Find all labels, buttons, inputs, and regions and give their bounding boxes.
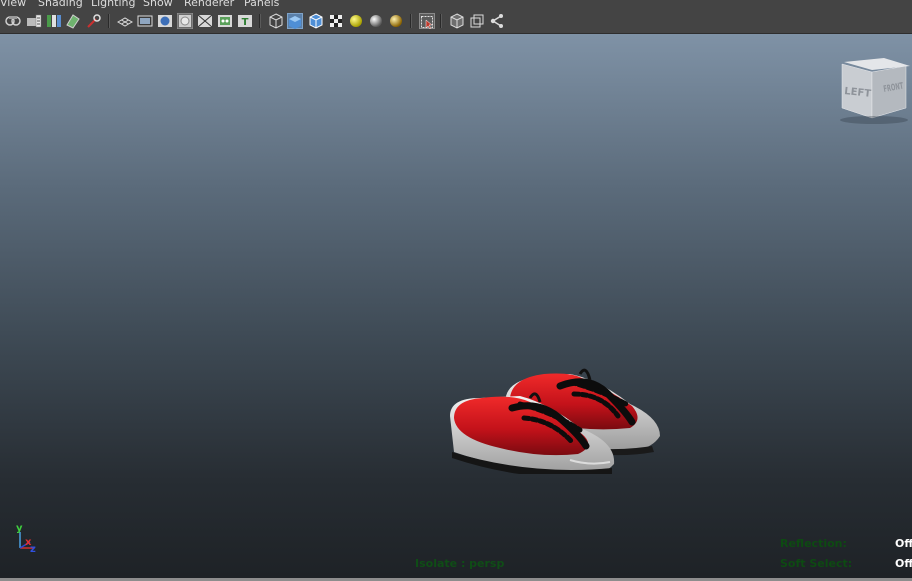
- reflection-hud-label: Reflection:: [780, 537, 847, 550]
- textured-icon[interactable]: [328, 13, 344, 29]
- wireframe-icon[interactable]: [268, 13, 284, 29]
- menu-shading[interactable]: Shading: [38, 0, 83, 10]
- menu-panels[interactable]: Panels: [244, 0, 279, 10]
- resolution-gate-icon[interactable]: [157, 13, 173, 29]
- maya-viewport-panel: View Shading Lighting Show Renderer Pane…: [0, 0, 912, 581]
- safe-action-icon[interactable]: [217, 13, 233, 29]
- axis-y-label: y: [16, 523, 23, 534]
- gate-mask-icon[interactable]: [176, 12, 194, 30]
- shadows-icon[interactable]: [368, 13, 384, 29]
- film-gate-icon[interactable]: [137, 13, 153, 29]
- wireframe-on-shaded-icon[interactable]: [308, 13, 324, 29]
- perspective-viewport[interactable]: LEFT FRONT y x z Isolate: persp Reflect…: [0, 34, 912, 578]
- safe-title-icon[interactable]: T: [237, 13, 253, 29]
- isolate-hud-label: Isolate : persp: [415, 557, 505, 570]
- bookmarks-icon[interactable]: [46, 13, 62, 29]
- toolbar-separator: [440, 14, 442, 28]
- panel-menu-bar: View Shading Lighting Show Renderer Pane…: [0, 0, 912, 10]
- xray-active-components-icon[interactable]: [469, 13, 485, 29]
- smooth-shade-icon[interactable]: [287, 13, 303, 29]
- menu-show[interactable]: Show: [143, 0, 173, 10]
- toolbar-separator: [108, 14, 110, 28]
- xray-icon[interactable]: [449, 13, 465, 29]
- camera-attributes-icon[interactable]: [26, 13, 42, 29]
- xray-joints-icon[interactable]: [489, 13, 505, 29]
- isolate-select-icon[interactable]: [419, 13, 435, 30]
- menu-view[interactable]: View: [0, 0, 26, 10]
- soft-select-hud-value: Off: [895, 557, 912, 570]
- menu-lighting[interactable]: Lighting: [91, 0, 135, 10]
- soft-select-hud-label: Soft Select:: [780, 557, 853, 570]
- panel-toolbar: T: [0, 10, 912, 34]
- axis-gizmo: y x z: [16, 523, 36, 555]
- reflection-hud-value: Off: [895, 537, 912, 550]
- field-chart-icon[interactable]: [197, 13, 213, 29]
- select-camera-icon[interactable]: [5, 13, 21, 29]
- toolbar-separator: [410, 14, 412, 28]
- sneakers-model[interactable]: [440, 334, 670, 474]
- ambient-occlusion-icon[interactable]: [388, 13, 404, 29]
- grid-icon[interactable]: [116, 13, 134, 29]
- use-all-lights-icon[interactable]: [348, 13, 364, 29]
- axis-z-label: z: [30, 544, 36, 555]
- toolbar-separator: [259, 14, 261, 28]
- image-plane-icon[interactable]: [65, 13, 81, 29]
- 2d-pan-zoom-icon[interactable]: [86, 13, 102, 29]
- svg-text:T: T: [242, 17, 249, 28]
- menu-renderer[interactable]: Renderer: [184, 0, 234, 10]
- view-cube[interactable]: LEFT FRONT: [832, 56, 912, 124]
